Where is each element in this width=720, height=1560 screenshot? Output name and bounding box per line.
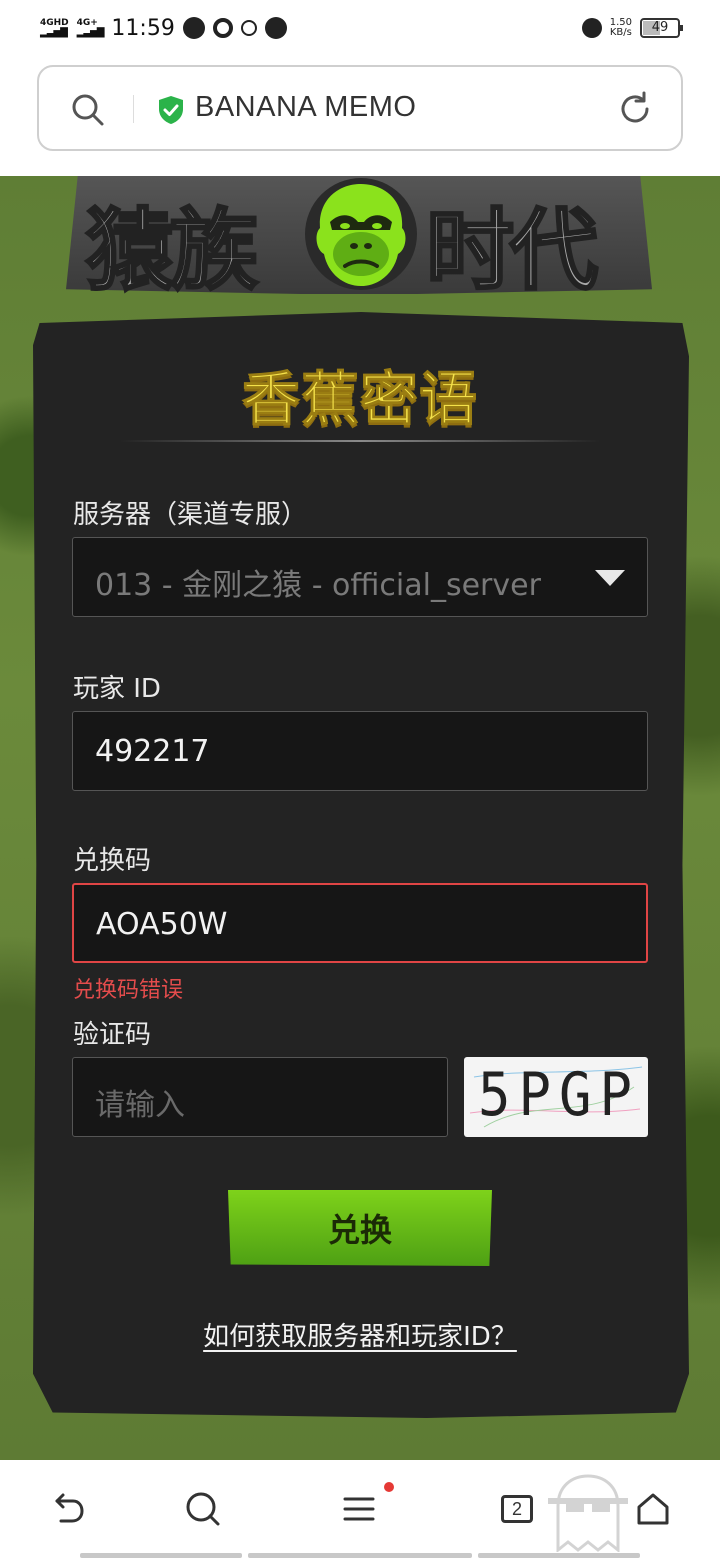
message-icon	[264, 17, 287, 39]
tabs-icon: 2	[501, 1495, 533, 1523]
status-bar: 4GHD ▂▃▅▇ 4G+ ▂▃▅▇ 11:59 1.50 KB/s 49	[0, 0, 720, 56]
player-id-input[interactable]: 492217	[72, 711, 648, 791]
redeem-code-input[interactable]: AOA50W	[72, 883, 648, 963]
menu-icon	[343, 1497, 375, 1521]
network-speed: 1.50 KB/s	[610, 18, 632, 38]
search-icon[interactable]	[71, 93, 105, 127]
home-button[interactable]	[628, 1484, 678, 1534]
signal-bars-icon: ▂▃▅▇	[40, 27, 68, 38]
redeem-code-value: AOA50W	[96, 907, 228, 942]
sf-icon	[240, 20, 257, 36]
tabs-button[interactable]: 2	[492, 1484, 542, 1534]
server-value: 013 - 金刚之猿 - official_server	[95, 568, 541, 603]
captcha-image[interactable]: 5PGP	[464, 1057, 648, 1137]
title-divider	[120, 440, 600, 442]
captcha-label: 验证码	[73, 1020, 152, 1050]
gesture-bar-2	[248, 1553, 472, 1558]
address-divider	[133, 95, 134, 123]
redeem-button[interactable]: 兑换	[228, 1190, 492, 1266]
panel-title: 香蕉密语	[241, 365, 478, 434]
status-left: 4GHD ▂▃▅▇ 4G+ ▂▃▅▇ 11:59	[40, 12, 287, 44]
notification-dot	[384, 1482, 394, 1492]
redeem-button-label: 兑换	[327, 1211, 392, 1249]
address-bar[interactable]: BANANA MEMO	[37, 65, 683, 151]
chevron-down-icon	[595, 570, 625, 586]
secure-shield-icon	[159, 96, 183, 124]
wechat-icon	[182, 17, 205, 39]
server-select[interactable]: 013 - 金刚之猿 - official_server	[72, 537, 648, 617]
gesture-bar-3	[478, 1553, 640, 1558]
game-logo-left-text: 猿族	[84, 198, 259, 304]
refresh-icon[interactable]	[617, 91, 653, 127]
game-logo-right-text: 时代	[424, 198, 599, 304]
ghost-icon[interactable]	[546, 1472, 630, 1552]
help-link[interactable]: 如何获取服务器和玩家ID？	[0, 1316, 720, 1353]
back-icon	[55, 1493, 84, 1523]
captcha-text: 5PGP	[478, 1059, 641, 1130]
gorilla-logo-icon	[305, 178, 417, 290]
search-icon	[186, 1492, 220, 1526]
captcha-input[interactable]: 请输入	[72, 1057, 448, 1137]
back-button[interactable]	[42, 1484, 92, 1534]
player-id-value: 492217	[95, 734, 210, 769]
nav-search-button[interactable]	[178, 1484, 228, 1534]
gesture-bar-1	[80, 1553, 242, 1558]
code-label: 兑换码	[73, 846, 152, 876]
code-error-message: 兑换码错误	[73, 978, 184, 1003]
notification-icon	[212, 18, 233, 38]
server-label: 服务器（渠道专服）	[73, 500, 308, 530]
network-indicator-2: 4G+ ▂▃▅▇	[76, 18, 105, 38]
player-id-label: 玩家 ID	[73, 674, 161, 704]
network-indicator-1: 4GHD ▂▃▅▇	[40, 18, 69, 38]
battery-level: 49	[651, 20, 669, 35]
status-right: 1.50 KB/s 49	[581, 14, 683, 42]
alarm-icon	[581, 18, 602, 38]
speed-unit: KB/s	[609, 27, 632, 38]
signal-bars-icon: ▂▃▅▇	[76, 27, 105, 38]
home-icon	[637, 1493, 669, 1525]
captcha-placeholder: 请输入	[95, 1088, 185, 1123]
status-time: 11:59	[111, 15, 175, 41]
battery-icon: 49	[640, 18, 683, 38]
page-title[interactable]: BANANA MEMO	[195, 91, 416, 124]
menu-button[interactable]	[334, 1484, 384, 1534]
